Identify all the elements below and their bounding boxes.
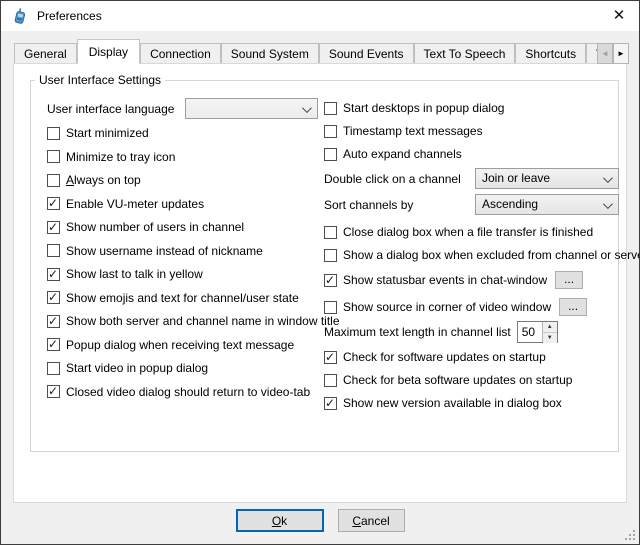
server-channel-title-checkbox[interactable]: [47, 315, 60, 328]
checkbox-row[interactable]: Auto expand channels: [324, 147, 462, 161]
checkbox-row[interactable]: Show new version available in dialog box: [324, 396, 562, 410]
double-click-on-channel-select[interactable]: Join or leave: [475, 168, 619, 189]
checkbox-row[interactable]: Check for software updates on startup: [324, 350, 546, 364]
timestamp-messages-checkbox[interactable]: [324, 125, 337, 138]
check-beta-updates-checkbox[interactable]: [324, 374, 337, 387]
spinner-up-icon[interactable]: ▲: [543, 322, 557, 333]
sort-channels-by-select[interactable]: Ascending: [475, 194, 619, 215]
display-tab-page: User Interface Settings User interface l…: [13, 63, 627, 503]
check-updates-checkbox[interactable]: [324, 351, 337, 364]
tab-scroll-left-icon[interactable]: ◄: [597, 43, 613, 64]
checkbox-row[interactable]: Show username instead of nickname: [47, 244, 263, 258]
show-dialog-excluded-checkbox[interactable]: [324, 249, 337, 262]
sort-selected-value: Ascending: [482, 195, 538, 214]
close-dialog-file-transfer-checkbox[interactable]: [324, 226, 337, 239]
tab-scroll-right-icon[interactable]: ►: [613, 43, 629, 64]
checkbox-row[interactable]: Show statusbar events in chat-window ...: [324, 271, 583, 289]
checkbox-row[interactable]: Show a dialog box when excluded from cha…: [324, 248, 640, 262]
tab-shortcuts[interactable]: Shortcuts: [515, 43, 586, 64]
group-title: User Interface Settings: [35, 73, 165, 87]
tab-text-to-speech[interactable]: Text To Speech: [414, 43, 516, 64]
right-mid-checkbox-list: Close dialog box when a file transfer is…: [324, 225, 640, 316]
always-on-top-checkbox[interactable]: [47, 174, 60, 187]
auto-expand-channels-checkbox[interactable]: [324, 148, 337, 161]
close-icon[interactable]: ✕: [609, 6, 629, 26]
video-source-more-button[interactable]: ...: [559, 298, 587, 316]
double-click-selected-value: Join or leave: [482, 169, 550, 188]
language-label: User interface language: [47, 102, 185, 116]
new-version-dialog-checkbox[interactable]: [324, 397, 337, 410]
tab-strip: General Display Connection Sound System …: [14, 37, 597, 64]
checkbox-row[interactable]: Check for beta software updates on start…: [324, 373, 572, 387]
start-minimized-checkbox[interactable]: [47, 127, 60, 140]
checkbox-row[interactable]: Close dialog box when a file transfer is…: [324, 225, 593, 239]
tab-scroll-buttons: ◄ ►: [597, 43, 629, 64]
double-click-label: Double click on a channel: [324, 172, 475, 186]
show-user-count-checkbox[interactable]: [47, 221, 60, 234]
last-to-talk-yellow-checkbox[interactable]: [47, 268, 60, 281]
left-checkbox-list: Start minimized Minimize to tray icon Al…: [47, 126, 340, 399]
user-interface-language-select[interactable]: [185, 98, 318, 119]
title-bar: Preferences ✕: [1, 1, 639, 31]
max-text-length-label: Maximum text length in channel list: [324, 325, 511, 339]
tab-sound-system[interactable]: Sound System: [221, 43, 319, 64]
chevron-down-icon: [302, 103, 312, 113]
checkbox-row[interactable]: Start video in popup dialog: [47, 361, 208, 375]
teamtalk-app-icon: [12, 8, 28, 24]
right-bottom-checkbox-list: Check for software updates on startup Ch…: [324, 350, 572, 410]
video-source-corner-checkbox[interactable]: [324, 301, 337, 314]
checkbox-row[interactable]: Show number of users in channel: [47, 220, 244, 234]
tab-sound-events[interactable]: Sound Events: [319, 43, 414, 64]
checkbox-row[interactable]: Timestamp text messages: [324, 124, 483, 138]
cancel-button[interactable]: Cancel: [338, 509, 405, 532]
checkbox-row[interactable]: Popup dialog when receiving text message: [47, 338, 294, 352]
dialog-footer: Ok Cancel: [1, 509, 639, 532]
checkbox-row[interactable]: Minimize to tray icon: [47, 150, 175, 164]
popup-text-message-checkbox[interactable]: [47, 338, 60, 351]
checkbox-row[interactable]: Show emojis and text for channel/user st…: [47, 291, 299, 305]
checkbox-row[interactable]: Start desktops in popup dialog: [324, 101, 504, 115]
window-title: Preferences: [37, 9, 102, 23]
sort-channels-label: Sort channels by: [324, 198, 475, 212]
checkbox-row[interactable]: Always on top: [47, 173, 141, 187]
tab-bar: General Display Connection Sound System …: [1, 31, 639, 64]
spinner-down-icon[interactable]: ▼: [543, 333, 557, 343]
tab-video[interactable]: Video: [586, 43, 597, 64]
enable-vu-meter-checkbox[interactable]: [47, 197, 60, 210]
right-column: Start desktops in popup dialog Timestamp…: [324, 101, 626, 410]
spinner-value: 50: [518, 322, 542, 342]
ok-button[interactable]: Ok: [236, 509, 324, 532]
chevron-down-icon: [603, 199, 613, 209]
statusbar-events-more-button[interactable]: ...: [555, 271, 583, 289]
checkbox-row[interactable]: Closed video dialog should return to vid…: [47, 385, 310, 399]
tab-connection[interactable]: Connection: [140, 43, 221, 64]
checkbox-row[interactable]: Show both server and channel name in win…: [47, 314, 340, 328]
minimize-to-tray-checkbox[interactable]: [47, 150, 60, 163]
closed-video-return-checkbox[interactable]: [47, 385, 60, 398]
checkbox-row[interactable]: Show last to talk in yellow: [47, 267, 203, 281]
left-column: User interface language Start minimized: [47, 98, 325, 399]
chevron-down-icon: [603, 173, 613, 183]
start-video-popup-checkbox[interactable]: [47, 362, 60, 375]
start-desktops-popup-checkbox[interactable]: [324, 102, 337, 115]
right-top-checkbox-list: Start desktops in popup dialog Timestamp…: [324, 101, 504, 161]
show-emojis-checkbox[interactable]: [47, 291, 60, 304]
statusbar-events-checkbox[interactable]: [324, 274, 337, 287]
tab-general[interactable]: General: [14, 43, 77, 64]
max-text-length-spinner[interactable]: 50 ▲ ▼: [517, 321, 558, 343]
checkbox-row[interactable]: Start minimized: [47, 126, 149, 140]
preferences-dialog: Preferences ✕ General Display Connection…: [0, 0, 640, 545]
checkbox-row[interactable]: Show source in corner of video window ..…: [324, 298, 587, 316]
tab-display[interactable]: Display: [77, 39, 140, 64]
show-username-checkbox[interactable]: [47, 244, 60, 257]
checkbox-row[interactable]: Enable VU-meter updates: [47, 197, 204, 211]
